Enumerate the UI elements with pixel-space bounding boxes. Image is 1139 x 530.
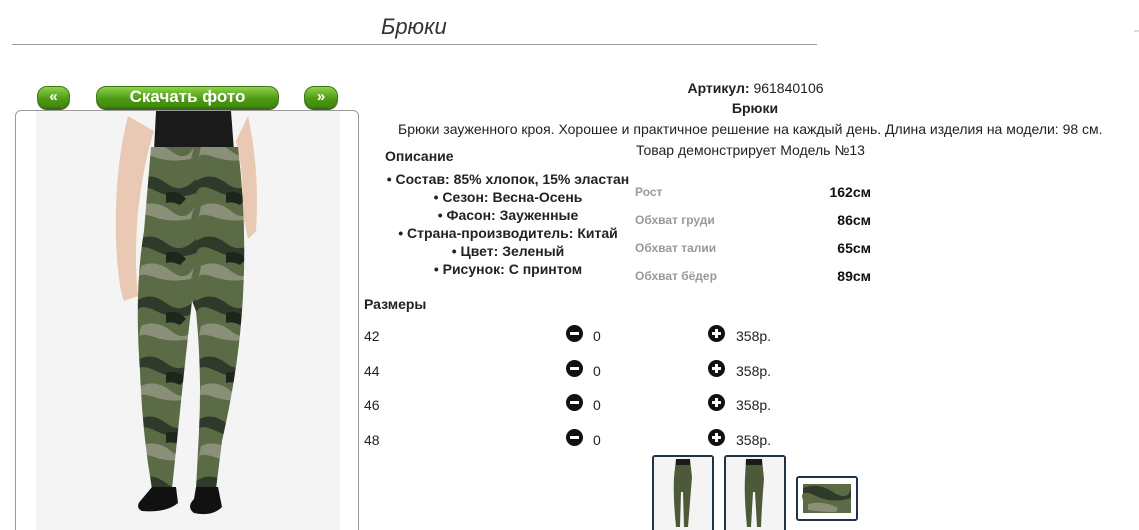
measurement-label: Рост: [635, 185, 663, 199]
sizes-heading: Размеры: [364, 296, 427, 312]
attribute-item: Состав: 85% хлопок, 15% эластан: [383, 170, 633, 188]
qty-value: 0: [593, 432, 601, 448]
thumbnail-image: [654, 457, 712, 530]
increase-qty-icon[interactable]: [708, 360, 725, 377]
measurement-row: Рост 162см: [635, 180, 871, 208]
increase-qty-icon[interactable]: [708, 394, 725, 411]
sku-label: Артикул:: [687, 80, 750, 96]
size-row: 46 0 358р.: [364, 394, 784, 418]
attribute-item: Рисунок: С принтом: [383, 260, 633, 278]
qty-value: 0: [593, 328, 601, 344]
sku-value: 961840106: [753, 80, 824, 96]
product-name: Брюки: [731, 100, 779, 116]
decrease-qty-icon[interactable]: [566, 429, 583, 446]
size-label: 46: [364, 397, 380, 413]
measurement-row: Обхват бёдер 89см: [635, 264, 871, 292]
size-label: 42: [364, 328, 380, 344]
measurement-row: Обхват груди 86см: [635, 208, 871, 236]
size-row: 44 0 358р.: [364, 360, 784, 384]
size-price: 358р.: [736, 432, 772, 448]
increase-qty-icon[interactable]: [708, 429, 725, 446]
qty-value: 0: [593, 397, 601, 413]
thumbnail-image: [798, 478, 856, 519]
measurement-row: Обхват талии 65см: [635, 236, 871, 264]
size-price: 358р.: [736, 363, 772, 379]
photo-thumbnail[interactable]: [652, 455, 714, 530]
increase-qty-icon[interactable]: [708, 325, 725, 342]
size-row: 42 0 358р.: [364, 325, 784, 349]
sku-line: Артикул: 961840106: [0, 80, 1139, 96]
decrease-qty-icon[interactable]: [566, 360, 583, 377]
measurement-value: 162см: [829, 184, 871, 200]
size-row: 48 0 358р.: [364, 429, 784, 453]
measurement-label: Обхват груди: [635, 213, 715, 227]
model-measurements: Рост 162см Обхват груди 86см Обхват тали…: [635, 180, 871, 292]
edge-mark: [1134, 30, 1139, 32]
page-title: Брюки: [381, 14, 447, 39]
attributes-list: Состав: 85% хлопок, 15% эластан Сезон: В…: [383, 170, 633, 278]
measurement-value: 86см: [837, 212, 871, 228]
attribute-item: Цвет: Зеленый: [383, 242, 633, 260]
decrease-qty-icon[interactable]: [566, 394, 583, 411]
attributes-heading: Описание: [385, 148, 454, 164]
measurement-label: Обхват бёдер: [635, 269, 717, 283]
photo-thumbnail[interactable]: [724, 455, 786, 530]
measurement-value: 65см: [837, 240, 871, 256]
attribute-item: Фасон: Зауженные: [383, 206, 633, 224]
measurement-value: 89см: [837, 268, 871, 284]
qty-value: 0: [593, 363, 601, 379]
photo-thumbnail[interactable]: [796, 476, 858, 521]
title-divider: [12, 44, 817, 45]
size-price: 358р.: [736, 397, 772, 413]
decrease-qty-icon[interactable]: [566, 325, 583, 342]
product-description: Брюки зауженного кроя. Хорошее и практич…: [398, 121, 1103, 137]
main-product-photo[interactable]: [15, 110, 359, 530]
attribute-item: Сезон: Весна-Осень: [383, 188, 633, 206]
attribute-item: Страна-производитель: Китай: [383, 224, 633, 242]
size-label: 48: [364, 432, 380, 448]
model-note: Товар демонстрирует Модель №13: [636, 142, 865, 158]
size-label: 44: [364, 363, 380, 379]
leggings-model-illustration: [115, 111, 257, 515]
measurement-label: Обхват талии: [635, 241, 717, 255]
thumbnail-image: [726, 457, 784, 530]
size-price: 358р.: [736, 328, 772, 344]
